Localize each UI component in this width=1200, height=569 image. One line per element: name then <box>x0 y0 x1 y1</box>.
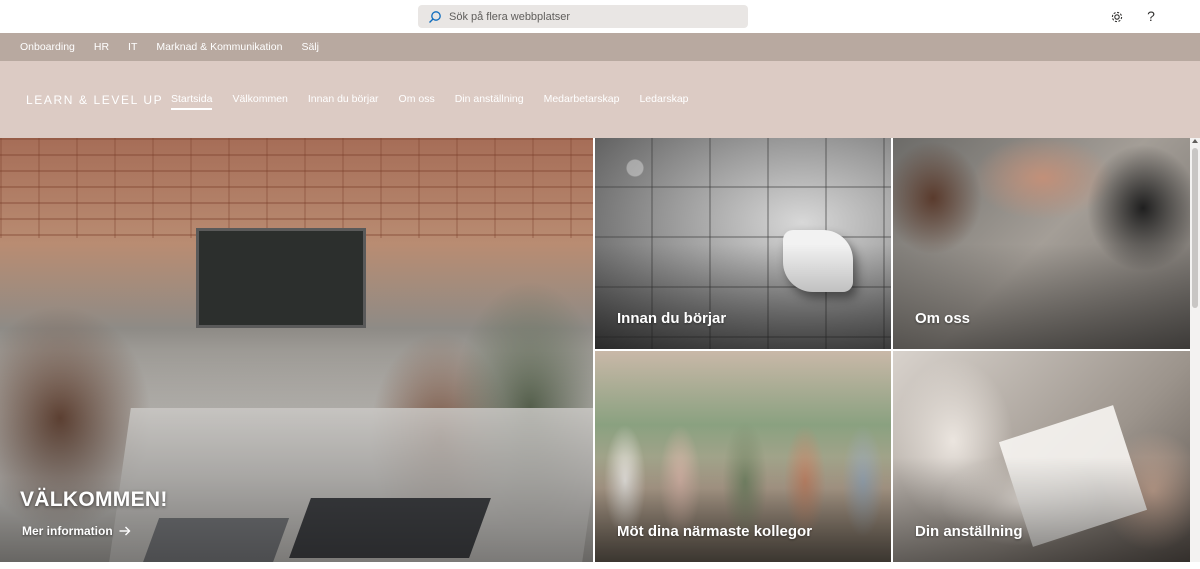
hero-tile-din-anstallning[interactable]: Din anställning <box>893 351 1190 562</box>
site-nav-item-ledarskap[interactable]: Ledarskap <box>639 93 688 109</box>
scroll-up-icon[interactable] <box>1192 139 1198 143</box>
gear-icon <box>1110 10 1124 24</box>
more-info-label: Mer information <box>22 524 113 538</box>
page-scrollbar[interactable] <box>1190 138 1200 562</box>
hub-nav-item-marknad[interactable]: Marknad & Kommunikation <box>156 41 282 53</box>
tile-caption: Om oss <box>915 310 971 327</box>
site-nav-item-din-anstallning[interactable]: Din anställning <box>455 93 524 109</box>
site-nav: Startsida Välkommen Innan du börjar Om o… <box>171 93 709 110</box>
hub-nav-item-hr[interactable]: HR <box>94 41 109 53</box>
search-input[interactable] <box>449 6 729 27</box>
arrow-right-icon <box>119 526 131 536</box>
hub-nav-item-onboarding[interactable]: Onboarding <box>20 41 75 53</box>
hub-nav-item-it[interactable]: IT <box>128 41 137 53</box>
help-icon: ? <box>1147 8 1155 24</box>
site-header: LEARN & LEVEL UP Startsida Välkommen Inn… <box>0 61 1200 138</box>
tile-caption: Din anställning <box>915 523 1023 540</box>
site-nav-item-innan-du-borjar[interactable]: Innan du börjar <box>308 93 379 109</box>
hero-tile-innan-du-borjar[interactable]: Innan du börjar <box>595 138 891 349</box>
hero-title: VÄLKOMMEN! <box>20 488 168 511</box>
hub-nav-item-salj[interactable]: Sälj <box>301 41 319 53</box>
help-button[interactable]: ? <box>1142 6 1160 26</box>
tile-caption: Möt dina närmaste kollegor <box>617 523 813 540</box>
settings-button[interactable] <box>1108 8 1126 26</box>
search-box[interactable] <box>418 5 748 28</box>
site-nav-item-om-oss[interactable]: Om oss <box>399 93 435 109</box>
brick-wall-decor <box>0 138 593 238</box>
site-nav-item-startsida[interactable]: Startsida <box>171 93 213 110</box>
site-title[interactable]: LEARN & LEVEL UP <box>26 93 163 107</box>
hero-webpart: VÄLKOMMEN! Mer information Innan du börj… <box>0 138 1190 562</box>
hub-nav: Onboarding HR IT Marknad & Kommunikation… <box>0 33 1200 61</box>
tile-shade <box>893 243 1190 349</box>
site-nav-item-medarbetarskap[interactable]: Medarbetarskap <box>544 93 620 109</box>
search-icon <box>428 10 442 24</box>
tile-shade <box>595 243 891 349</box>
tile-shade <box>595 456 891 562</box>
hero-tile-mot-kollegor[interactable]: Möt dina närmaste kollegor <box>595 351 891 562</box>
more-info-link[interactable]: Mer information <box>22 524 131 538</box>
monitor-decor <box>196 228 366 328</box>
scrollbar-thumb[interactable] <box>1192 148 1198 308</box>
site-nav-item-valkommen[interactable]: Välkommen <box>232 93 287 109</box>
tile-caption: Innan du börjar <box>617 310 727 327</box>
hero-tile-valkommen[interactable]: VÄLKOMMEN! Mer information <box>0 138 593 562</box>
tile-shade <box>893 456 1190 562</box>
hero-tile-om-oss[interactable]: Om oss <box>893 138 1190 349</box>
suite-bar: ? <box>0 0 1200 33</box>
